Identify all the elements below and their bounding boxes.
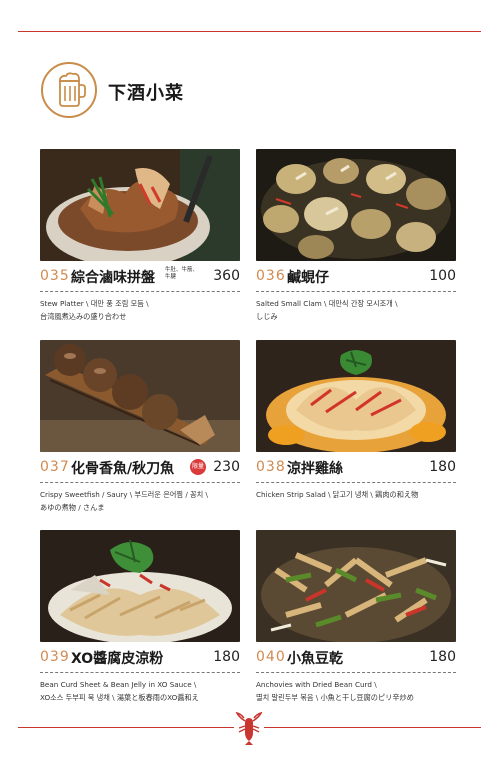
dish-description-line-2: 台湾風煮込みの盛り合わせ: [40, 312, 127, 321]
dish-title-row: 037 化骨香魚/秋刀魚 限量 230: [40, 458, 240, 480]
dish-description: Stew Platter \ 대만 풍 조림 모듬 \ 台湾風煮込みの盛り合わせ: [40, 297, 240, 323]
dish-title-row: 039 XO醬腐皮涼粉 180: [40, 648, 240, 670]
dish-description-line-1: Salted Small Clam \ 대만식 간장 모시조개 \: [256, 299, 398, 308]
dish-price: 230: [213, 459, 240, 475]
dish-number: 037: [40, 459, 70, 475]
beer-mug-icon: [41, 62, 97, 118]
dish-description-line-1: Crispy Sweetfish / Saury \ 부드러운 은어찜 / 꽁치…: [40, 490, 208, 499]
dish-photo-salted-clam: [256, 149, 456, 261]
dish-price: 180: [213, 649, 240, 665]
dish-name: 化骨香魚/秋刀魚: [71, 461, 175, 477]
dish-price: 180: [429, 649, 456, 665]
dish-name: 小魚豆乾: [287, 651, 343, 667]
limited-badge: 限量: [190, 459, 206, 475]
dish-number: 036: [256, 268, 286, 284]
dish-title-row: 035 綜合滷味拼盤 牛肚、牛筋、牛腱 360: [40, 267, 240, 289]
dish-note: 牛肚、牛筋、牛腱: [165, 267, 199, 280]
dish-photo-stew-platter: [40, 149, 240, 261]
dish-name: XO醬腐皮涼粉: [71, 651, 164, 667]
dish-description: Salted Small Clam \ 대만식 간장 모시조개 \ しじみ: [256, 297, 456, 323]
dashed-divider: [256, 672, 456, 673]
dashed-divider: [40, 672, 240, 673]
dish-title-row: 036 鹹蜆仔 100: [256, 267, 456, 289]
dish-description: Crispy Sweetfish / Saury \ 부드러운 은어찜 / 꽁치…: [40, 488, 240, 514]
dish-number: 039: [40, 649, 70, 665]
dish-description: Bean Curd Sheet & Bean Jelly in XO Sauce…: [40, 678, 240, 704]
dish-title-row: 038 涼拌雞絲 180: [256, 458, 456, 480]
dish-description-line-1: Chicken Strip Salad \ 닭고기 냉채 \ 鶏肉の和え物: [256, 490, 419, 499]
dish-price: 180: [429, 459, 456, 475]
dashed-divider: [256, 482, 456, 483]
dish-description-line-2: 멸치 말린두부 볶음 \ 小魚と干し豆腐のピリ辛炒め: [256, 693, 414, 702]
dish-description-line-2: XO소스 두부피 묵 냉채 \ 湯葉と板春雨のXO醤和え: [40, 693, 199, 702]
dish-description: Chicken Strip Salad \ 닭고기 냉채 \ 鶏肉の和え物: [256, 488, 456, 501]
dish-photo-chicken-strip: [256, 340, 456, 452]
dish-description-line-2: あゆの煮物 / さんま: [40, 503, 105, 512]
dish-name: 綜合滷味拼盤: [71, 270, 155, 286]
lobster-icon: [234, 711, 264, 746]
dish-photo-anchovies-bean-curd: [256, 530, 456, 642]
section-title: 下酒小菜: [108, 83, 184, 104]
dish-name: 鹹蜆仔: [287, 270, 329, 286]
dish-name: 涼拌雞絲: [287, 461, 343, 477]
dish-description-line-1: Anchovies with Dried Bean Curd \: [256, 680, 377, 689]
dashed-divider: [40, 482, 240, 483]
dish-description: Anchovies with Dried Bean Curd \ 멸치 말린두부…: [256, 678, 456, 704]
dish-number: 038: [256, 459, 286, 475]
dish-description-line-1: Bean Curd Sheet & Bean Jelly in XO Sauce…: [40, 680, 197, 689]
dish-title-row: 040 小魚豆乾 180: [256, 648, 456, 670]
dashed-divider: [40, 291, 240, 292]
dish-description-line-1: Stew Platter \ 대만 풍 조림 모듬 \: [40, 299, 149, 308]
dish-number: 035: [40, 268, 70, 284]
top-divider: [18, 31, 481, 32]
dish-photo-sweetfish: [40, 340, 240, 452]
dish-photo-bean-curd-xo: [40, 530, 240, 642]
dish-price: 100: [429, 268, 456, 284]
dish-number: 040: [256, 649, 286, 665]
dashed-divider: [256, 291, 456, 292]
dish-description-line-2: しじみ: [256, 312, 278, 321]
dish-price: 360: [213, 268, 240, 284]
